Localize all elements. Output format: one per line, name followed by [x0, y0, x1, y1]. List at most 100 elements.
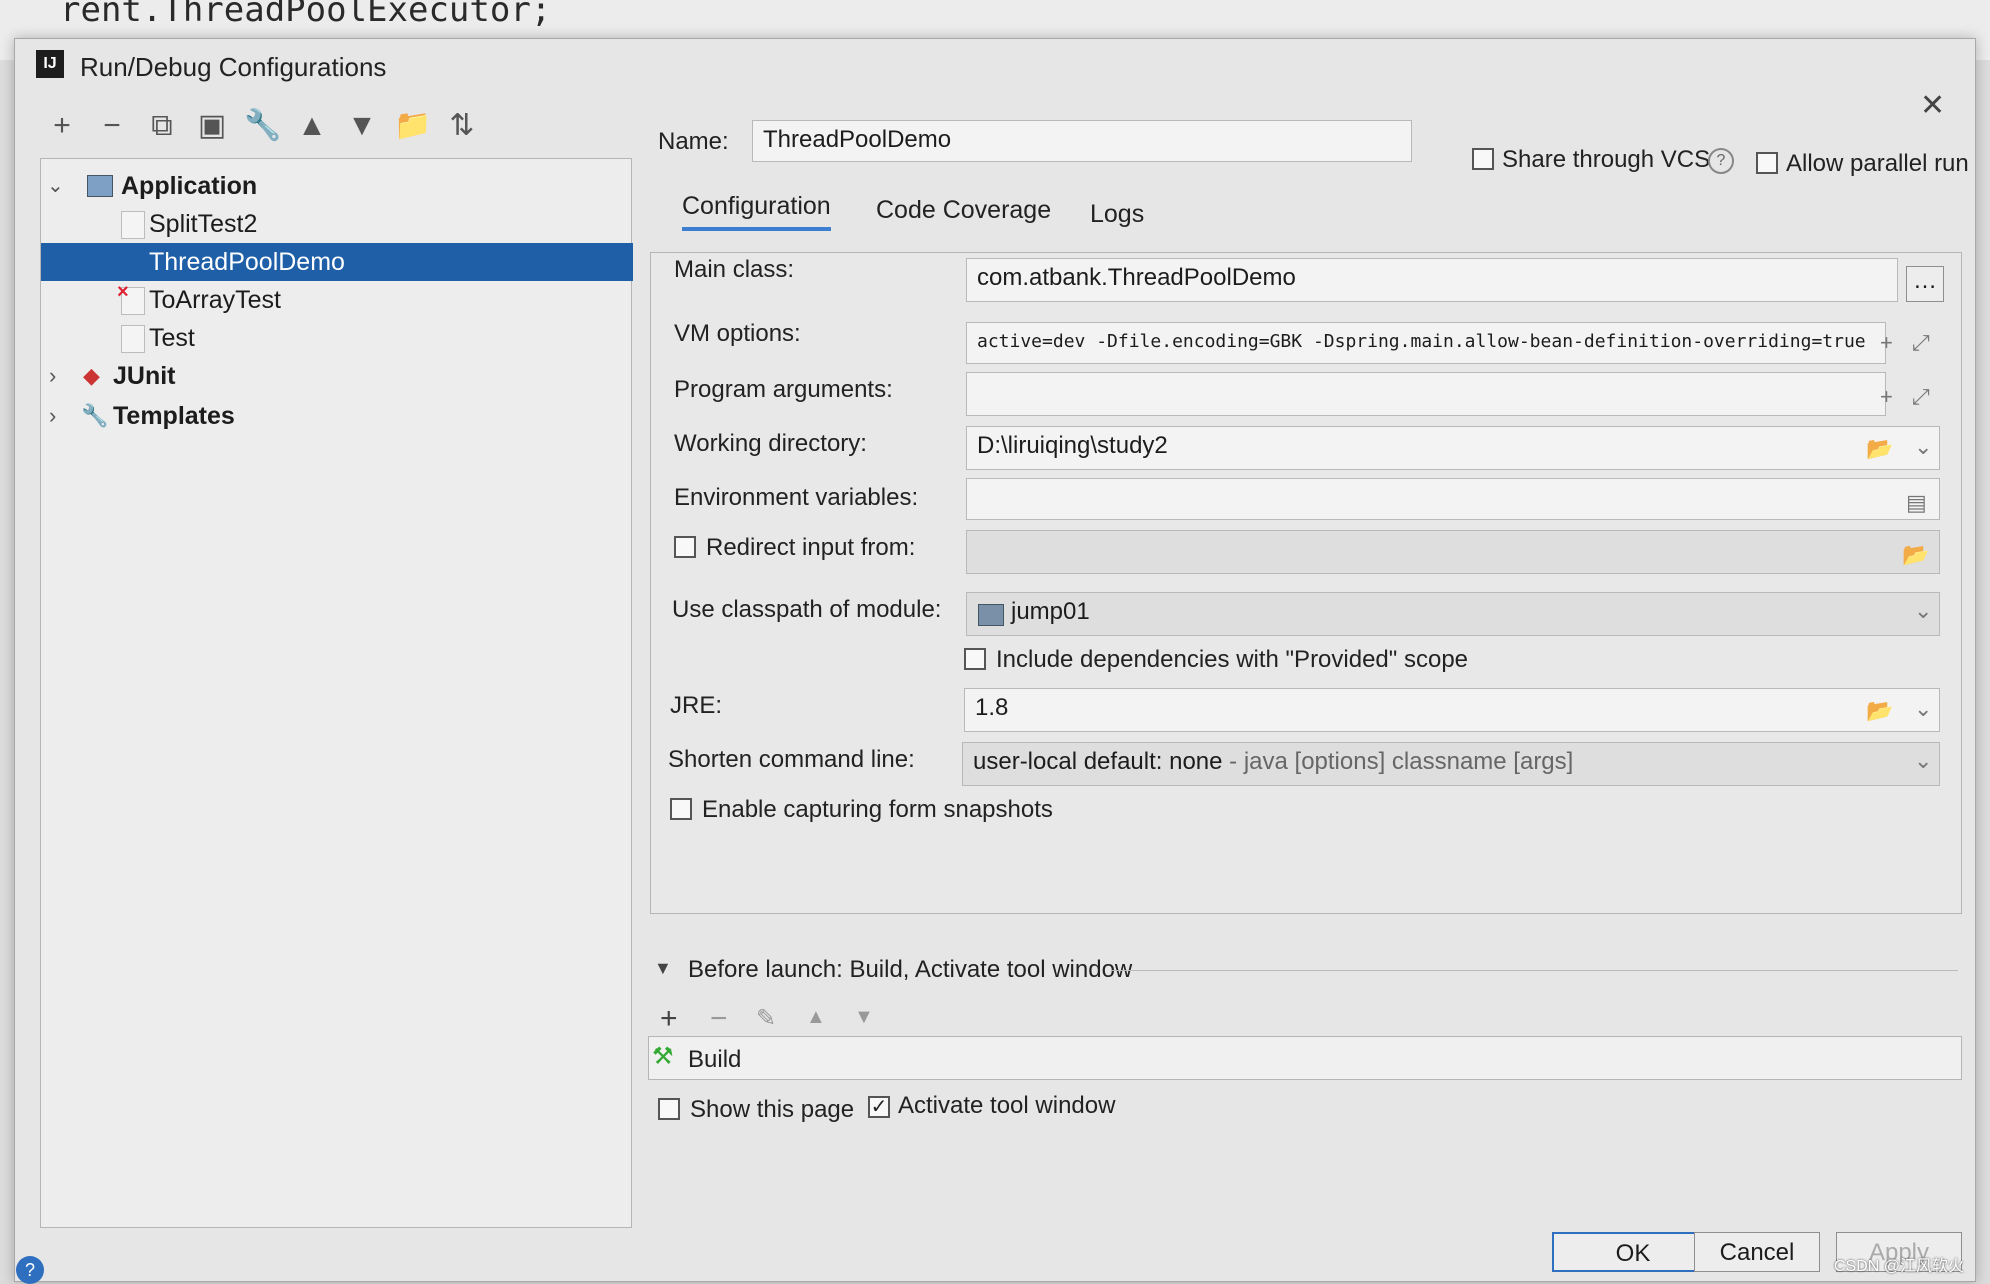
classpath-module-label: Use classpath of module: [672, 596, 942, 623]
expand-icon[interactable]: ⤢ [1912, 330, 1930, 356]
ok-button[interactable]: OK [1552, 1232, 1714, 1272]
tree-item-test[interactable]: Test [41, 319, 633, 357]
folder-icon[interactable]: 📁 [394, 108, 431, 144]
remove-icon[interactable]: − [94, 108, 130, 144]
allow-parallel-label: Allow parallel run [1786, 150, 1969, 177]
tree-label-templates: Templates [113, 402, 235, 430]
classpath-module-select[interactable]: jump01 [966, 592, 1940, 636]
name-label: Name: [658, 128, 729, 155]
vm-options-input[interactable]: active=dev -Dfile.encoding=GBK -Dspring.… [966, 322, 1886, 364]
chevron-down-icon[interactable]: ⌄ [1914, 598, 1932, 624]
remove-icon[interactable]: − [710, 1002, 728, 1036]
vm-options-label: VM options: [674, 320, 801, 347]
class-file-icon [121, 211, 145, 239]
edit-icon[interactable]: ✎ [756, 1004, 776, 1033]
chevron-down-icon[interactable]: ⌄ [1914, 434, 1932, 460]
copy-icon[interactable]: ⧉ [144, 108, 180, 144]
help-icon[interactable]: ? [1708, 148, 1734, 174]
tree-item-toarraytest[interactable]: × ToArrayTest [41, 281, 633, 319]
program-arguments-label: Program arguments: [674, 376, 893, 403]
name-input[interactable]: ThreadPoolDemo [752, 120, 1412, 162]
tree-item-label: ToArrayTest [149, 286, 281, 314]
build-hammer-icon: ⚒ [652, 1043, 674, 1070]
environment-variables-input[interactable] [966, 478, 1940, 520]
wrench-icon: 🔧 [81, 403, 109, 428]
chevron-down-icon[interactable]: ⌄ [47, 167, 64, 205]
activate-tool-window-label: Activate tool window [898, 1092, 1116, 1119]
move-up-icon[interactable]: ▲ [294, 108, 330, 144]
shorten-hint: - java [options] classname [args] [1222, 748, 1574, 775]
tab-logs[interactable]: Logs [1090, 200, 1144, 229]
tree-item-threadpooldemo[interactable]: ThreadPoolDemo [41, 243, 633, 281]
working-directory-input[interactable]: D:\liruiqing\study2 [966, 426, 1940, 470]
program-arguments-input[interactable] [966, 372, 1886, 416]
before-launch-list [648, 1036, 1962, 1080]
folder-icon[interactable]: 📂 [1866, 436, 1893, 462]
intellij-icon: IJ [36, 50, 64, 78]
move-up-icon[interactable]: ▲ [806, 1006, 826, 1029]
jre-label: JRE: [670, 692, 723, 719]
tree-item-splittest2[interactable]: SplitTest2 [41, 205, 633, 243]
chevron-right-icon[interactable]: › [49, 397, 56, 435]
jre-input[interactable]: 1.8 [964, 688, 1940, 732]
show-page-label: Show this page [690, 1096, 855, 1123]
share-vcs-label: Share through VCS [1502, 146, 1711, 173]
config-toolbar: + − ⧉ ▣ 🔧 ▲ ▼ 📁 ⇅ [44, 108, 484, 148]
tab-configuration[interactable]: Configuration [682, 192, 831, 231]
tree-node-junit[interactable]: › ◆ JUnit [41, 357, 633, 395]
junit-icon: ◆ [83, 363, 100, 388]
sort-icon[interactable]: ⇅ [444, 108, 480, 144]
chevron-down-icon[interactable]: ⌄ [1914, 748, 1932, 774]
document-icon[interactable]: ▤ [1906, 490, 1927, 516]
folder-icon[interactable]: 📂 [1866, 698, 1893, 724]
working-directory-label: Working directory: [674, 430, 867, 457]
enable-snapshots-checkbox[interactable] [670, 798, 692, 820]
shorten-command-line-select[interactable]: user-local default: none - java [options… [962, 742, 1940, 786]
show-page-checkbox[interactable] [658, 1098, 680, 1120]
folder-icon: 📂 [1902, 542, 1930, 567]
class-file-icon [121, 325, 145, 353]
main-class-label: Main class: [674, 256, 795, 283]
application-icon [87, 175, 113, 197]
shorten-value: user-local default: none [973, 748, 1223, 775]
add-icon[interactable]: + [1880, 330, 1893, 356]
error-icon: × [117, 281, 129, 303]
divider [1112, 970, 1958, 971]
include-dependencies-checkbox[interactable] [964, 648, 986, 670]
main-class-input[interactable]: com.atbank.ThreadPoolDemo [966, 258, 1898, 302]
wrench-icon[interactable]: 🔧 [244, 108, 281, 144]
cancel-button[interactable]: Cancel [1694, 1232, 1820, 1272]
redirect-input-checkbox[interactable] [674, 536, 696, 558]
tree-item-label: ThreadPoolDemo [149, 248, 345, 276]
activate-tool-window-checkbox[interactable]: ✓ [868, 1096, 890, 1118]
environment-variables-label: Environment variables: [674, 484, 919, 511]
include-dependencies-label: Include dependencies with "Provided" sco… [996, 646, 1469, 673]
before-launch-item-build[interactable]: Build [688, 1046, 741, 1074]
add-icon[interactable]: + [44, 108, 80, 144]
add-icon[interactable]: + [660, 1002, 678, 1036]
tree-label-application: Application [121, 172, 258, 200]
chevron-right-icon[interactable]: › [49, 357, 56, 395]
shorten-command-line-label: Shorten command line: [668, 746, 915, 773]
collapse-icon[interactable]: ▼ [654, 958, 672, 979]
chevron-down-icon[interactable]: ⌄ [1914, 696, 1932, 722]
close-icon[interactable]: ✕ [1920, 88, 1945, 123]
tree-node-templates[interactable]: › 🔧 Templates [41, 397, 633, 435]
tree-label-junit: JUnit [113, 362, 176, 390]
add-icon[interactable]: + [1880, 384, 1893, 410]
module-icon [978, 604, 1004, 626]
allow-parallel-checkbox[interactable] [1756, 152, 1778, 174]
tab-code-coverage[interactable]: Code Coverage [876, 196, 1051, 225]
share-vcs-checkbox[interactable] [1472, 148, 1494, 170]
redirect-input-label: Redirect input from: [706, 534, 916, 561]
tree-node-application[interactable]: ⌄ Application [41, 167, 633, 205]
tree-item-label: SplitTest2 [149, 210, 258, 238]
redirect-input-field [966, 530, 1940, 574]
browse-class-button[interactable]: … [1906, 266, 1944, 302]
save-icon[interactable]: ▣ [194, 108, 230, 144]
tree-item-label: Test [149, 324, 195, 352]
move-down-icon[interactable]: ▼ [854, 1006, 874, 1029]
expand-icon[interactable]: ⤢ [1912, 384, 1930, 410]
config-tree: ⌄ Application SplitTest2 ThreadPoolDemo … [40, 158, 633, 1228]
move-down-icon[interactable]: ▼ [344, 108, 380, 144]
